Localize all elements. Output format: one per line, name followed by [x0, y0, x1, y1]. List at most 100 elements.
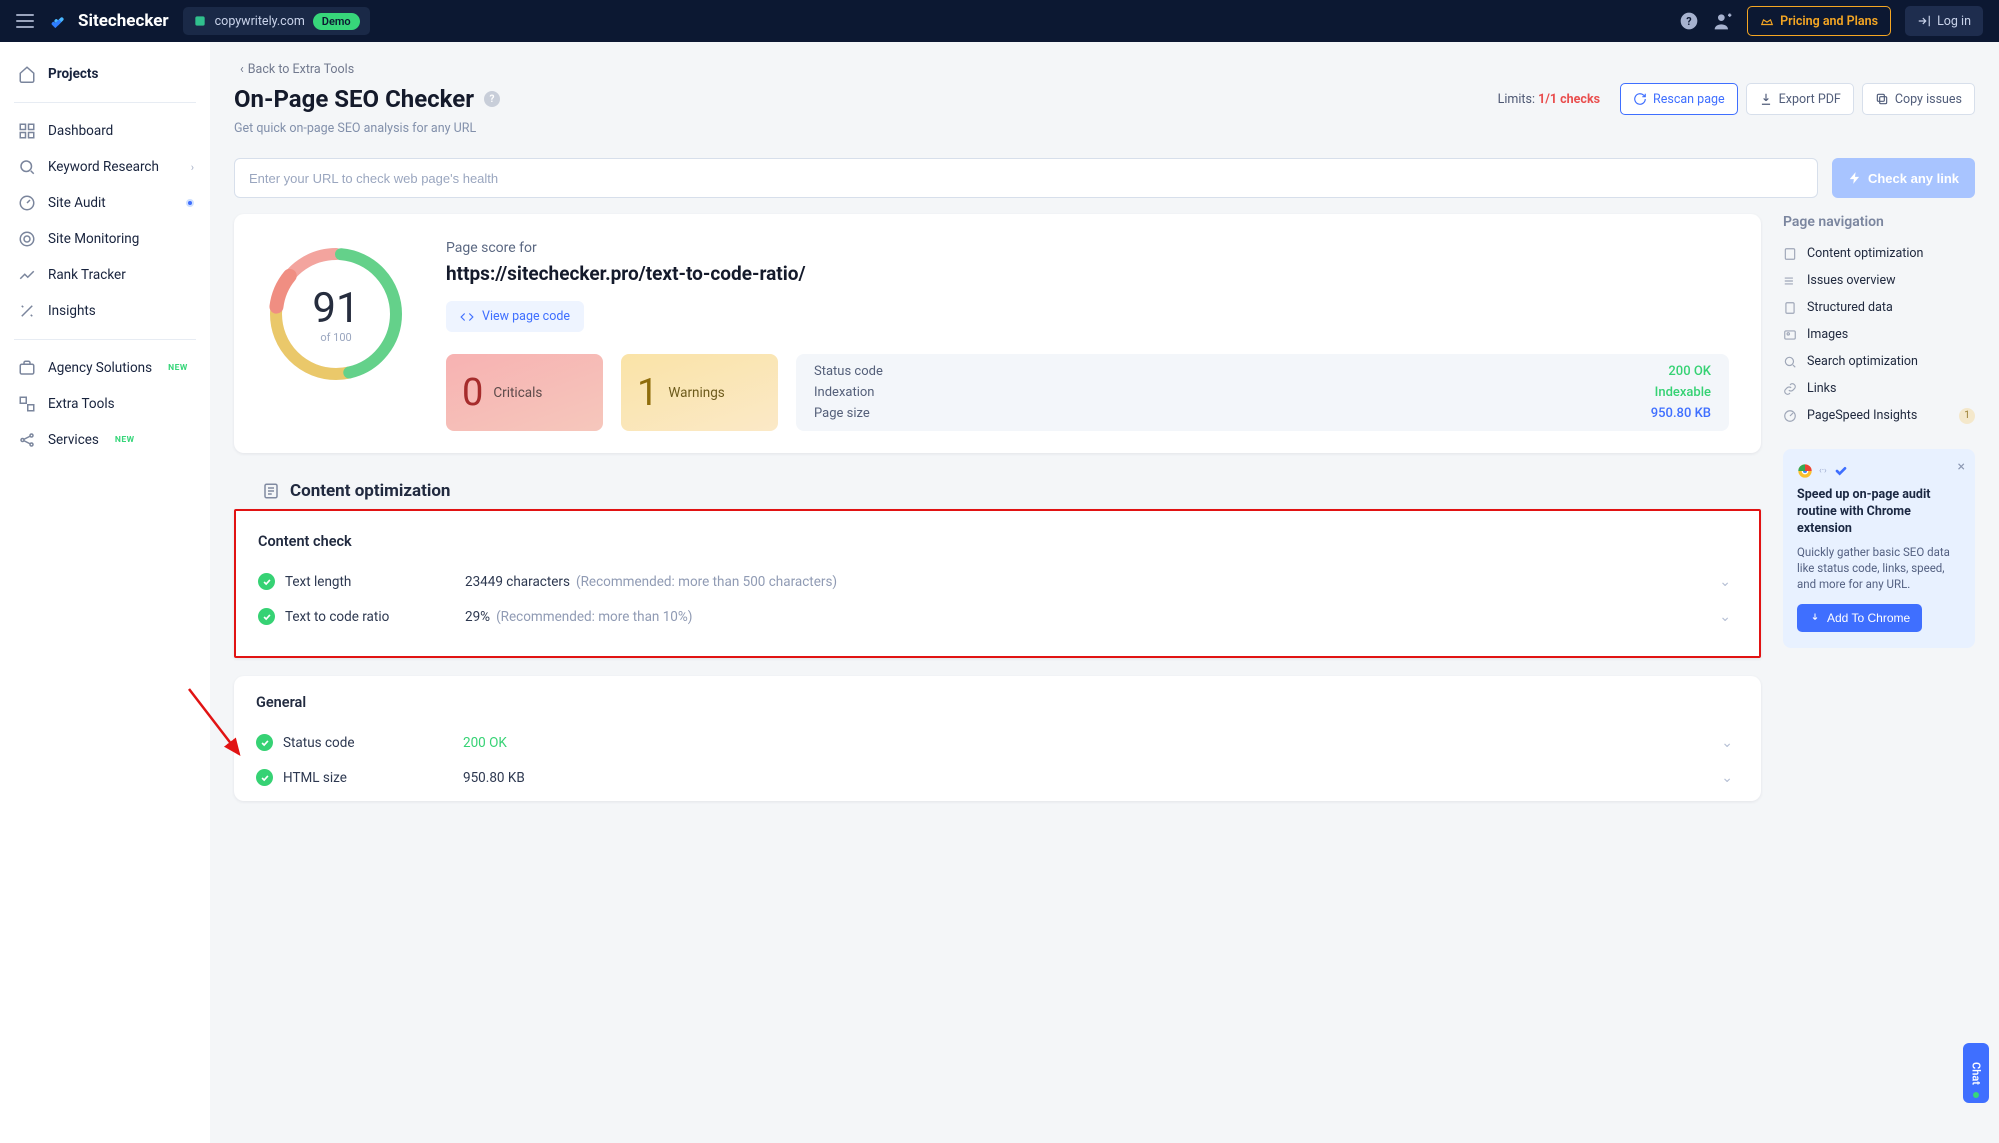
kpi-criticals[interactable]: 0 Criticals	[446, 354, 603, 431]
rescan-button[interactable]: Rescan page	[1620, 83, 1738, 115]
sidebar-item-insights[interactable]: Insights	[6, 293, 204, 329]
sidebar-label: Insights	[48, 303, 96, 319]
pgnav-images[interactable]: Images	[1783, 321, 1975, 348]
pgnav-search-optimization[interactable]: Search optimization	[1783, 348, 1975, 375]
score-of-label: of 100	[320, 331, 351, 344]
search-icon	[1783, 355, 1797, 369]
promo-body: Quickly gather basic SEO data like statu…	[1797, 544, 1961, 592]
brand-logo[interactable]: Sitechecker	[48, 10, 169, 32]
general-card: General Status code 200 OK ⌄ HTML size 9…	[234, 676, 1761, 801]
chevron-down-icon[interactable]: ⌄	[1721, 770, 1733, 786]
sidebar-item-services[interactable]: Services NEW	[6, 422, 204, 458]
sidebar-label: Extra Tools	[48, 396, 115, 412]
add-to-chrome-button[interactable]: Add To Chrome	[1797, 604, 1922, 632]
success-check-icon	[258, 608, 275, 625]
sitechecker-icon	[1833, 463, 1849, 479]
add-user-icon[interactable]	[1713, 11, 1733, 31]
limits-text: Limits: 1/1 checks	[1498, 92, 1600, 107]
tools-icon	[18, 395, 36, 413]
dashboard-icon	[18, 122, 36, 140]
kpi-warnings[interactable]: 1 Warnings	[621, 354, 778, 431]
bolt-icon	[1848, 171, 1862, 185]
score-label: Page score for	[446, 240, 1729, 256]
sidebar-label: Agency Solutions	[48, 360, 152, 376]
pgnav-content-optimization[interactable]: Content optimization	[1783, 240, 1975, 267]
page-navigation-heading: Page navigation	[1783, 214, 1975, 230]
document-icon	[1783, 301, 1797, 315]
chevron-down-icon[interactable]: ⌄	[1719, 609, 1731, 625]
content-check-card: Content check Text length 23449 characte…	[234, 509, 1761, 658]
sidebar-item-extra-tools[interactable]: Extra Tools	[6, 386, 204, 422]
sidebar-label: Dashboard	[48, 123, 113, 139]
top-bar: Sitechecker copywritely.com Demo ? Prici…	[0, 0, 1999, 42]
success-check-icon	[256, 734, 273, 751]
sidebar-item-rank-tracker[interactable]: Rank Tracker	[6, 257, 204, 293]
sidebar-label: Projects	[48, 66, 98, 82]
sidebar-item-agency-solutions[interactable]: Agency Solutions NEW	[6, 350, 204, 386]
code-icon	[460, 310, 474, 324]
sidebar-item-keyword-research[interactable]: Keyword Research ›	[6, 149, 204, 185]
check-row-html-size[interactable]: HTML size 950.80 KB ⌄	[256, 760, 1739, 795]
demo-domain: copywritely.com	[215, 14, 305, 29]
page-title: On-Page SEO Checker ?	[234, 85, 500, 113]
image-icon	[1783, 328, 1797, 342]
copy-icon	[1875, 92, 1889, 106]
download-icon	[1759, 92, 1773, 106]
demo-project-chip[interactable]: copywritely.com Demo	[183, 7, 370, 35]
page-subtitle: Get quick on-page SEO analysis for any U…	[234, 121, 1975, 136]
check-row-text-length[interactable]: Text length 23449 characters (Recommende…	[258, 564, 1737, 599]
sidebar-label: Rank Tracker	[48, 267, 126, 283]
pricing-and-plans-button[interactable]: Pricing and Plans	[1747, 6, 1891, 36]
content-check-title: Content check	[258, 533, 1737, 550]
pgnav-pagespeed-insights[interactable]: PageSpeed Insights1	[1783, 402, 1975, 429]
export-pdf-button[interactable]: Export PDF	[1746, 83, 1854, 115]
crown-icon	[1760, 14, 1774, 28]
chat-widget-button[interactable]: Chat	[1963, 1043, 1989, 1103]
sidebar-item-dashboard[interactable]: Dashboard	[6, 113, 204, 149]
help-tooltip-icon[interactable]: ?	[484, 91, 500, 107]
download-icon	[1809, 612, 1821, 624]
login-icon	[1917, 14, 1931, 28]
sidebar-item-site-monitoring[interactable]: Site Monitoring	[6, 221, 204, 257]
pgnav-links[interactable]: Links	[1783, 375, 1975, 402]
sidebar-label: Services	[48, 432, 99, 448]
search-settings-icon	[18, 158, 36, 176]
pgnav-issues-overview[interactable]: Issues overview	[1783, 267, 1975, 294]
success-check-icon	[256, 769, 273, 786]
demo-badge: Demo	[313, 13, 360, 30]
chevron-down-icon[interactable]: ⌄	[1719, 574, 1731, 590]
home-icon	[18, 65, 36, 83]
back-link[interactable]: ‹ Back to Extra Tools	[240, 62, 354, 77]
sidebar: Projects Dashboard Keyword Research › Si…	[0, 42, 210, 1143]
chevron-right-icon: ›	[191, 161, 194, 174]
chevron-down-icon[interactable]: ⌄	[1721, 735, 1733, 751]
issue-count-badge: 1	[1959, 408, 1975, 424]
sidebar-label: Site Audit	[48, 195, 106, 211]
refresh-icon	[1633, 92, 1647, 106]
check-row-status-code[interactable]: Status code 200 OK ⌄	[256, 725, 1739, 760]
check-any-link-button[interactable]: Check any link	[1832, 158, 1975, 198]
sidebar-item-site-audit[interactable]: Site Audit	[6, 185, 204, 221]
close-icon[interactable]: ×	[1958, 459, 1965, 475]
pgnav-structured-data[interactable]: Structured data	[1783, 294, 1975, 321]
chrome-extension-promo: × ‹·› Speed up on-page audit routine wit…	[1783, 449, 1975, 648]
view-page-code-button[interactable]: View page code	[446, 301, 584, 332]
login-button[interactable]: Log in	[1905, 6, 1983, 36]
sidebar-item-projects[interactable]: Projects	[6, 56, 204, 92]
copy-issues-button[interactable]: Copy issues	[1862, 83, 1975, 115]
sidebar-label: Site Monitoring	[48, 231, 139, 247]
general-title: General	[256, 694, 1739, 711]
hamburger-menu-icon[interactable]	[16, 14, 34, 28]
page-ruler-icon	[262, 482, 280, 500]
trend-icon	[18, 266, 36, 284]
speedometer-icon	[1783, 409, 1797, 423]
check-row-text-to-code-ratio[interactable]: Text to code ratio 29% (Recommended: mor…	[258, 599, 1737, 634]
help-icon[interactable]: ?	[1679, 11, 1699, 31]
link-icon	[1783, 382, 1797, 396]
url-input[interactable]	[234, 158, 1818, 198]
svg-text:?: ?	[1686, 15, 1691, 28]
status-summary: Status code200 OK IndexationIndexable Pa…	[796, 354, 1729, 431]
share-icon	[18, 431, 36, 449]
success-check-icon	[258, 573, 275, 590]
chevron-left-icon: ‹	[240, 62, 244, 77]
